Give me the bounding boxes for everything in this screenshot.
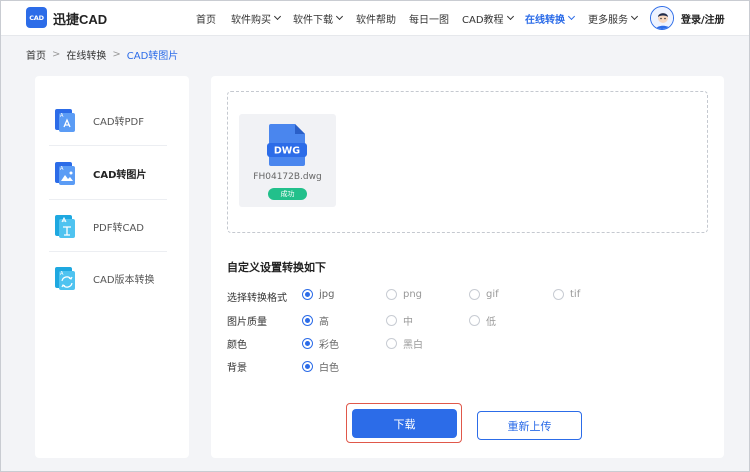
format-option-tif[interactable]: tif (553, 289, 580, 300)
sidebar-item-cad-version[interactable]: A CAD版本转换 (49, 255, 167, 301)
radio-label: tif (570, 289, 581, 300)
svg-text:A: A (60, 166, 64, 172)
radio-label: 彩色 (319, 340, 339, 351)
breadcrumb-current: CAD转图片 (126, 51, 179, 62)
nav-more-label: 更多服务 (588, 14, 628, 26)
uploaded-file-card: DWG FH04172B.dwg 成功 (239, 114, 336, 207)
radio-selected-icon (302, 315, 313, 326)
divider (49, 199, 167, 200)
radio-label: 黑白 (403, 340, 423, 351)
login-register-link[interactable]: 登录/注册 (681, 11, 725, 26)
format-option-png[interactable]: png (386, 289, 422, 300)
chevron-down-icon (630, 12, 639, 21)
nav-download[interactable]: 软件下载 (293, 11, 344, 26)
sidebar-item-pdf-to-cad[interactable]: PDF转CAD (49, 203, 167, 249)
quality-label: 图片质量 (227, 317, 267, 328)
radio-label: 中 (403, 317, 413, 328)
nav-more-services[interactable]: 更多服务 (588, 11, 639, 26)
nav-daily-label: 每日一图 (409, 14, 449, 26)
color-option-bw[interactable]: 黑白 (386, 336, 423, 351)
settings-title: 自定义设置转换如下 (227, 261, 326, 274)
nav-home-label: 首页 (196, 14, 216, 26)
upload-dropzone[interactable]: DWG FH04172B.dwg 成功 (227, 91, 708, 233)
cad-to-image-icon: A (55, 162, 75, 185)
nav-buy[interactable]: 软件购买 (231, 11, 282, 26)
nav-help[interactable]: 软件帮助 (356, 11, 396, 26)
quality-option-medium[interactable]: 中 (386, 313, 413, 328)
chevron-down-icon (335, 12, 344, 21)
sidebar-item-label: CAD版本转换 (93, 275, 155, 286)
chevron-down-icon (506, 12, 514, 21)
radio-icon (469, 289, 480, 300)
logo-icon[interactable]: CAD (26, 7, 47, 28)
nav-buy-label: 软件购买 (231, 14, 271, 26)
radio-selected-icon (302, 361, 313, 372)
top-navbar: CAD 迅捷CAD 首页 软件购买 软件下载 软件帮助 每日一图 CAD教程 在… (0, 0, 750, 36)
svg-text:A: A (60, 113, 64, 119)
radio-label: gif (486, 289, 499, 300)
radio-icon (553, 289, 564, 300)
dwg-file-icon: DWG (267, 124, 307, 166)
quality-option-low[interactable]: 低 (469, 313, 496, 328)
status-badge: 成功 (268, 188, 307, 200)
file-name: FH04172B.dwg (253, 172, 322, 182)
sidebar-item-cad-to-pdf[interactable]: A CAD转PDF (49, 97, 167, 143)
user-avatar-icon (651, 7, 673, 29)
radio-selected-icon (302, 289, 313, 300)
breadcrumb: 首页 > 在线转换 > CAD转图片 (26, 47, 178, 62)
sidebar-item-label: CAD转PDF (93, 117, 145, 128)
pdf-to-cad-icon (55, 215, 75, 238)
quality-option-high[interactable]: 高 (302, 313, 329, 328)
conversion-sidebar: A CAD转PDF A CAD转图片 PDF转CAD A CAD版本转换 (35, 76, 189, 458)
radio-label: png (403, 289, 423, 300)
nav-download-label: 软件下载 (293, 14, 333, 26)
format-option-gif[interactable]: gif (469, 289, 499, 300)
sidebar-item-label: PDF转CAD (93, 223, 145, 234)
sidebar-item-cad-to-image[interactable]: A CAD转图片 (49, 150, 167, 196)
nav-help-label: 软件帮助 (356, 14, 396, 26)
file-type-label: DWG (274, 146, 300, 157)
divider (49, 251, 167, 252)
cad-version-icon: A (55, 267, 75, 290)
radio-icon (386, 315, 397, 326)
download-button[interactable]: 下载 (352, 409, 457, 438)
nav-home[interactable]: 首页 (196, 11, 216, 26)
breadcrumb-home[interactable]: 首页 (26, 47, 46, 62)
conversion-panel: DWG FH04172B.dwg 成功 自定义设置转换如下 选择转换格式 jpg… (211, 76, 724, 458)
nav-online-convert-label: 在线转换 (525, 14, 565, 26)
background-label: 背景 (227, 363, 247, 374)
breadcrumb-separator: > (112, 49, 121, 60)
divider (49, 145, 167, 146)
format-label: 选择转换格式 (227, 293, 287, 304)
background-option-white[interactable]: 白色 (302, 359, 339, 374)
breadcrumb-separator: > (52, 49, 61, 60)
radio-icon (386, 338, 397, 349)
reupload-button[interactable]: 重新上传 (477, 411, 582, 440)
logo-text[interactable]: 迅捷CAD (53, 9, 107, 28)
color-label: 颜色 (227, 340, 247, 351)
nav-tutorial[interactable]: CAD教程 (462, 11, 514, 26)
radio-label: 低 (486, 317, 496, 328)
avatar[interactable] (650, 6, 674, 30)
radio-label: jpg (319, 289, 335, 300)
radio-label: 高 (319, 317, 329, 328)
breadcrumb-online-convert[interactable]: 在线转换 (66, 47, 106, 62)
svg-text:A: A (60, 271, 64, 277)
radio-icon (386, 289, 397, 300)
chevron-down-icon (273, 12, 282, 21)
nav-online-convert[interactable]: 在线转换 (525, 11, 576, 26)
nav-tutorial-label: CAD教程 (462, 14, 504, 26)
chevron-down-icon (567, 12, 576, 21)
format-option-jpg[interactable]: jpg (302, 289, 334, 300)
radio-label: 白色 (319, 363, 339, 374)
radio-selected-icon (302, 338, 313, 349)
color-option-color[interactable]: 彩色 (302, 336, 339, 351)
radio-icon (469, 315, 480, 326)
nav-daily-drawing[interactable]: 每日一图 (409, 11, 449, 26)
sidebar-item-label: CAD转图片 (93, 170, 147, 181)
cad-to-pdf-icon: A (55, 109, 75, 132)
